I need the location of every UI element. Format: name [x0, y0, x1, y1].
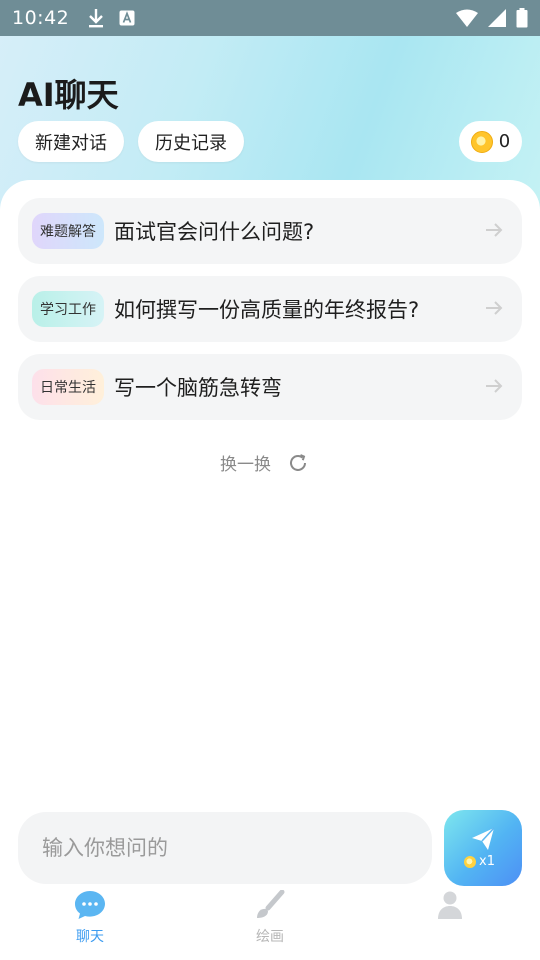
- prompt-tag: 日常生活: [32, 369, 104, 405]
- prompt-text: 写一个脑筋急转弯: [114, 376, 282, 400]
- send-button[interactable]: x1: [444, 810, 522, 886]
- nav-draw-label: 绘画: [256, 929, 284, 945]
- send-icon: [472, 827, 495, 850]
- arrow-right-icon: [486, 223, 503, 237]
- arrow-right-icon: [486, 379, 503, 393]
- send-cost-label: x1: [479, 854, 495, 869]
- history-button[interactable]: 历史记录: [138, 121, 244, 162]
- coin-balance[interactable]: 0: [459, 121, 522, 162]
- coin-icon: [464, 855, 476, 868]
- arrow-right-icon: [486, 301, 503, 315]
- status-time: 10:42: [12, 7, 70, 29]
- battery-icon: [516, 8, 528, 28]
- brush-icon: [257, 890, 285, 918]
- nav-chat-label: 聊天: [76, 929, 104, 945]
- refresh-prompts-button[interactable]: 换一换: [220, 450, 309, 475]
- chat-input[interactable]: [42, 836, 402, 860]
- wifi-icon: [456, 9, 478, 27]
- download-icon: [89, 9, 104, 28]
- prompt-card[interactable]: 日常生活 写一个脑筋急转弯: [18, 354, 522, 420]
- signal-icon: [488, 9, 506, 27]
- nav-profile[interactable]: [405, 890, 495, 920]
- page-title: AI聊天: [18, 76, 119, 114]
- prompt-card[interactable]: 学习工作 如何撰写一份高质量的年终报告?: [18, 276, 522, 342]
- coin-count: 0: [498, 131, 511, 152]
- coin-icon: [470, 130, 493, 153]
- prompt-tag: 难题解答: [32, 213, 104, 249]
- prompt-card[interactable]: 难题解答 面试官会问什么问题?: [18, 198, 522, 264]
- status-bar: 10:42: [0, 0, 540, 36]
- person-icon: [438, 891, 462, 919]
- refresh-label: 换一换: [220, 455, 271, 475]
- chat-input-container: [18, 812, 432, 884]
- prompt-text: 面试官会问什么问题?: [114, 220, 315, 244]
- keyboard-a-icon: [119, 10, 135, 26]
- prompt-tag: 学习工作: [32, 291, 104, 327]
- prompt-text: 如何撰写一份高质量的年终报告?: [114, 298, 420, 322]
- send-cost: x1: [464, 854, 495, 869]
- chat-bubble-icon: [75, 891, 105, 919]
- nav-chat[interactable]: 聊天: [45, 890, 135, 946]
- refresh-icon: [290, 453, 306, 471]
- nav-draw[interactable]: 绘画: [225, 890, 315, 946]
- new-chat-button[interactable]: 新建对话: [18, 121, 124, 162]
